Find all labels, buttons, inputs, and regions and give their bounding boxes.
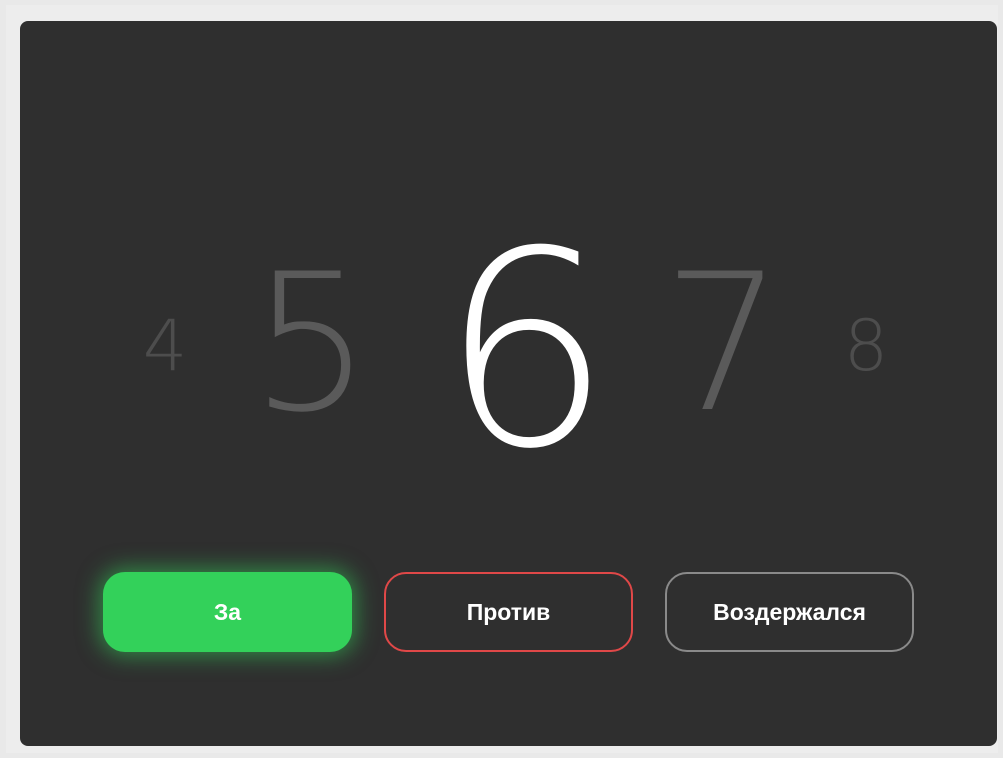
voting-panel: 4 5 6 7 8 За Против Воздержался	[20, 21, 997, 746]
vote-for-label: За	[213, 598, 242, 625]
vote-abstain-label: Воздержался	[713, 598, 866, 625]
picker-number-7[interactable]: 7	[652, 249, 792, 439]
picker-number-4[interactable]: 4	[124, 311, 204, 381]
vote-for-button[interactable]: За	[103, 572, 352, 652]
picker-number-selected[interactable]: 6	[430, 216, 620, 486]
vote-against-button[interactable]: Против	[384, 572, 633, 652]
vote-abstain-button[interactable]: Воздержался	[665, 572, 914, 652]
vote-against-label: Против	[466, 598, 551, 625]
picker-number-5[interactable]: 5	[240, 249, 380, 439]
picker-number-8[interactable]: 8	[825, 311, 905, 381]
